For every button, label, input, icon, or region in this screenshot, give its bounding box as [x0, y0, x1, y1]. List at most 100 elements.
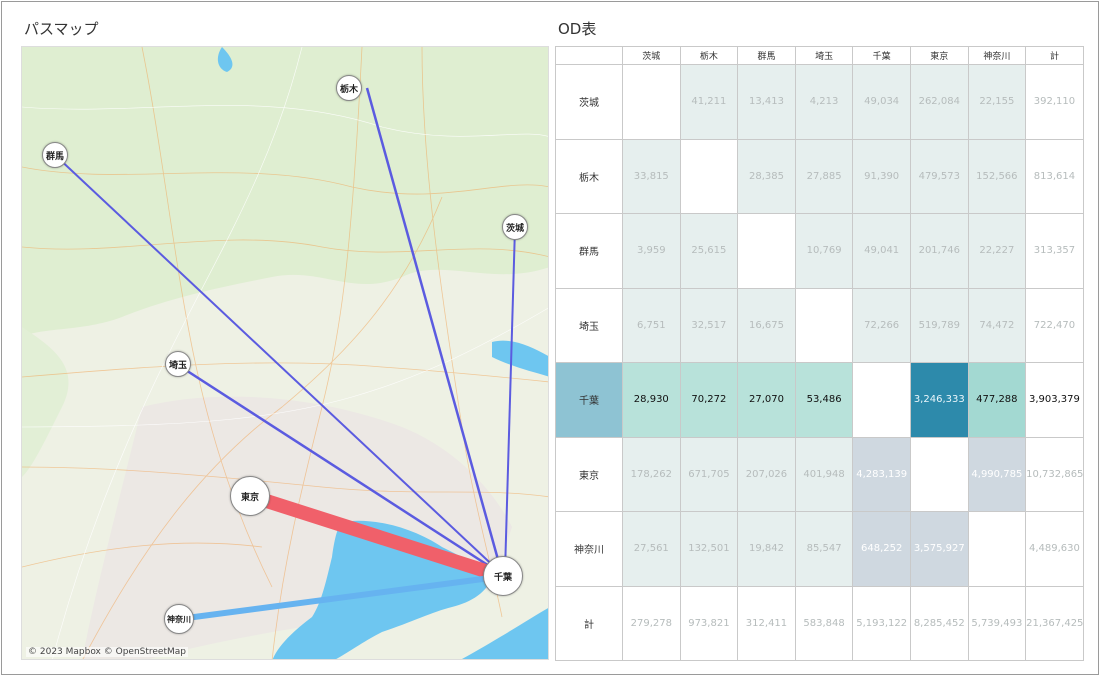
od-cell[interactable]: 85,547 [794, 511, 854, 587]
path-map[interactable]: 栃木 群馬 茨城 埼玉 東京 千葉 神奈川 © 2023 Mapbox © Op… [21, 46, 549, 660]
od-cell[interactable]: 648,252 [852, 511, 911, 587]
od-col-header[interactable]: 神奈川 [967, 46, 1027, 65]
od-cell[interactable]: 13,413 [737, 64, 796, 140]
od-cell[interactable]: 53,486 [794, 362, 854, 438]
od-cell[interactable]: 813,614 [1025, 138, 1084, 214]
od-cell[interactable]: 28,930 [622, 362, 681, 438]
od-cell[interactable]: 401,948 [794, 436, 854, 512]
od-cell[interactable]: 10,732,865 [1025, 436, 1084, 512]
od-cell[interactable]: 4,990,785 [967, 436, 1027, 512]
od-col-header[interactable]: 栃木 [679, 46, 739, 65]
od-cell[interactable]: 6,751 [622, 287, 681, 363]
od-col-header[interactable]: 千葉 [852, 46, 911, 65]
od-row: 計 279,278 973,821 312,411 583,848 5,193,122 8,… [555, 585, 1084, 661]
od-cell[interactable]: 132,501 [679, 511, 739, 587]
node-tokyo[interactable]: 東京 [230, 476, 270, 516]
od-cell[interactable]: 3,903,379 [1025, 362, 1084, 438]
map-attribution: © 2023 Mapbox © OpenStreetMap [26, 647, 188, 657]
od-row-label[interactable]: 茨城 [555, 64, 623, 140]
dashboard-frame: パスマップ OD表 栃木 群馬 茨城 埼玉 東京 千葉 神奈川 © 2023 M… [1, 1, 1099, 675]
od-cell[interactable]: 4,213 [794, 64, 854, 140]
node-kanagawa[interactable]: 神奈川 [164, 604, 194, 634]
od-row-label[interactable]: 栃木 [555, 138, 623, 214]
od-cell[interactable]: 279,278 [622, 585, 681, 661]
od-header-row: 茨城 栃木 群馬 埼玉 千葉 東京 神奈川 計 [555, 46, 1084, 65]
od-cell[interactable] [679, 138, 739, 214]
od-cell[interactable]: 22,155 [967, 64, 1027, 140]
od-col-header[interactable]: 埼玉 [794, 46, 854, 65]
od-cell[interactable] [852, 362, 911, 438]
od-cell[interactable] [967, 511, 1027, 587]
od-cell[interactable] [622, 64, 681, 140]
node-gunma[interactable]: 群馬 [42, 142, 68, 168]
od-row-label[interactable]: 計 [555, 585, 623, 661]
od-cell[interactable]: 49,034 [852, 64, 911, 140]
od-cell[interactable]: 21,367,425 [1025, 585, 1084, 661]
od-col-header[interactable]: 計 [1025, 46, 1084, 65]
od-cell[interactable]: 671,705 [679, 436, 739, 512]
od-cell[interactable]: 33,815 [622, 138, 681, 214]
node-tochigi[interactable]: 栃木 [336, 75, 362, 101]
od-row: 栃木 33,815 28,385 27,885 91,390 479,573 152,566… [555, 138, 1084, 214]
od-cell[interactable]: 19,842 [737, 511, 796, 587]
od-cell[interactable]: 25,615 [679, 213, 739, 289]
od-col-header[interactable]: 東京 [909, 46, 969, 65]
od-row-label[interactable]: 神奈川 [555, 511, 623, 587]
od-cell[interactable]: 262,084 [909, 64, 969, 140]
od-cell[interactable]: 8,285,452 [909, 585, 969, 661]
od-cell[interactable]: 91,390 [852, 138, 911, 214]
od-cell[interactable]: 3,575,927 [909, 511, 969, 587]
od-cell[interactable]: 519,789 [909, 287, 969, 363]
od-cell[interactable]: 152,566 [967, 138, 1027, 214]
od-cell[interactable]: 3,959 [622, 213, 681, 289]
od-cell[interactable]: 41,211 [679, 64, 739, 140]
od-cell[interactable]: 5,193,122 [852, 585, 911, 661]
od-cell[interactable]: 477,288 [967, 362, 1027, 438]
od-cell[interactable]: 479,573 [909, 138, 969, 214]
od-cell[interactable] [737, 213, 796, 289]
od-cell[interactable]: 4,489,630 [1025, 511, 1084, 587]
od-cell[interactable]: 70,272 [679, 362, 739, 438]
od-cell[interactable]: 16,675 [737, 287, 796, 363]
od-cell[interactable]: 22,227 [967, 213, 1027, 289]
od-table: 茨城 栃木 群馬 埼玉 千葉 東京 神奈川 計 茨城 41,211 13,413 4,… [555, 46, 1084, 661]
od-row: 茨城 41,211 13,413 4,213 49,034 262,084 22,155 39… [555, 64, 1084, 140]
od-row-label[interactable]: 埼玉 [555, 287, 623, 363]
od-row-label[interactable]: 東京 [555, 436, 623, 512]
od-cell[interactable]: 973,821 [679, 585, 739, 661]
od-cell[interactable]: 583,848 [794, 585, 854, 661]
od-table-title: OD表 [558, 20, 597, 38]
node-chiba[interactable]: 千葉 [483, 556, 523, 596]
od-row: 群馬 3,959 25,615 10,769 49,041 201,746 22,227 31… [555, 213, 1084, 289]
node-ibaraki[interactable]: 茨城 [502, 214, 528, 240]
od-cell[interactable]: 178,262 [622, 436, 681, 512]
od-row-label[interactable]: 千葉 [555, 362, 623, 438]
od-cell[interactable]: 201,746 [909, 213, 969, 289]
od-cell[interactable]: 74,472 [967, 287, 1027, 363]
od-cell[interactable]: 5,739,493 [967, 585, 1027, 661]
node-saitama[interactable]: 埼玉 [165, 351, 191, 377]
od-cell[interactable]: 72,266 [852, 287, 911, 363]
od-cell[interactable]: 27,561 [622, 511, 681, 587]
od-cell[interactable]: 313,357 [1025, 213, 1084, 289]
map-canvas [22, 47, 548, 659]
od-cell[interactable]: 32,517 [679, 287, 739, 363]
path-map-title: パスマップ [24, 20, 99, 38]
od-cell[interactable]: 49,041 [852, 213, 911, 289]
od-col-header[interactable]: 茨城 [622, 46, 681, 65]
od-cell[interactable]: 722,470 [1025, 287, 1084, 363]
od-cell[interactable]: 10,769 [794, 213, 854, 289]
od-cell[interactable]: 392,110 [1025, 64, 1084, 140]
od-cell[interactable]: 27,070 [737, 362, 796, 438]
od-cell[interactable]: 3,246,333 [909, 362, 969, 438]
od-row-label[interactable]: 群馬 [555, 213, 623, 289]
od-cell[interactable] [794, 287, 854, 363]
od-cell[interactable] [909, 436, 969, 512]
od-cell[interactable]: 312,411 [737, 585, 796, 661]
od-cell[interactable]: 4,283,139 [852, 436, 911, 512]
od-row: 東京 178,262 671,705 207,026 401,948 4,283,139 4… [555, 436, 1084, 512]
od-cell[interactable]: 27,885 [794, 138, 854, 214]
od-cell[interactable]: 28,385 [737, 138, 796, 214]
od-col-header[interactable]: 群馬 [737, 46, 796, 65]
od-cell[interactable]: 207,026 [737, 436, 796, 512]
